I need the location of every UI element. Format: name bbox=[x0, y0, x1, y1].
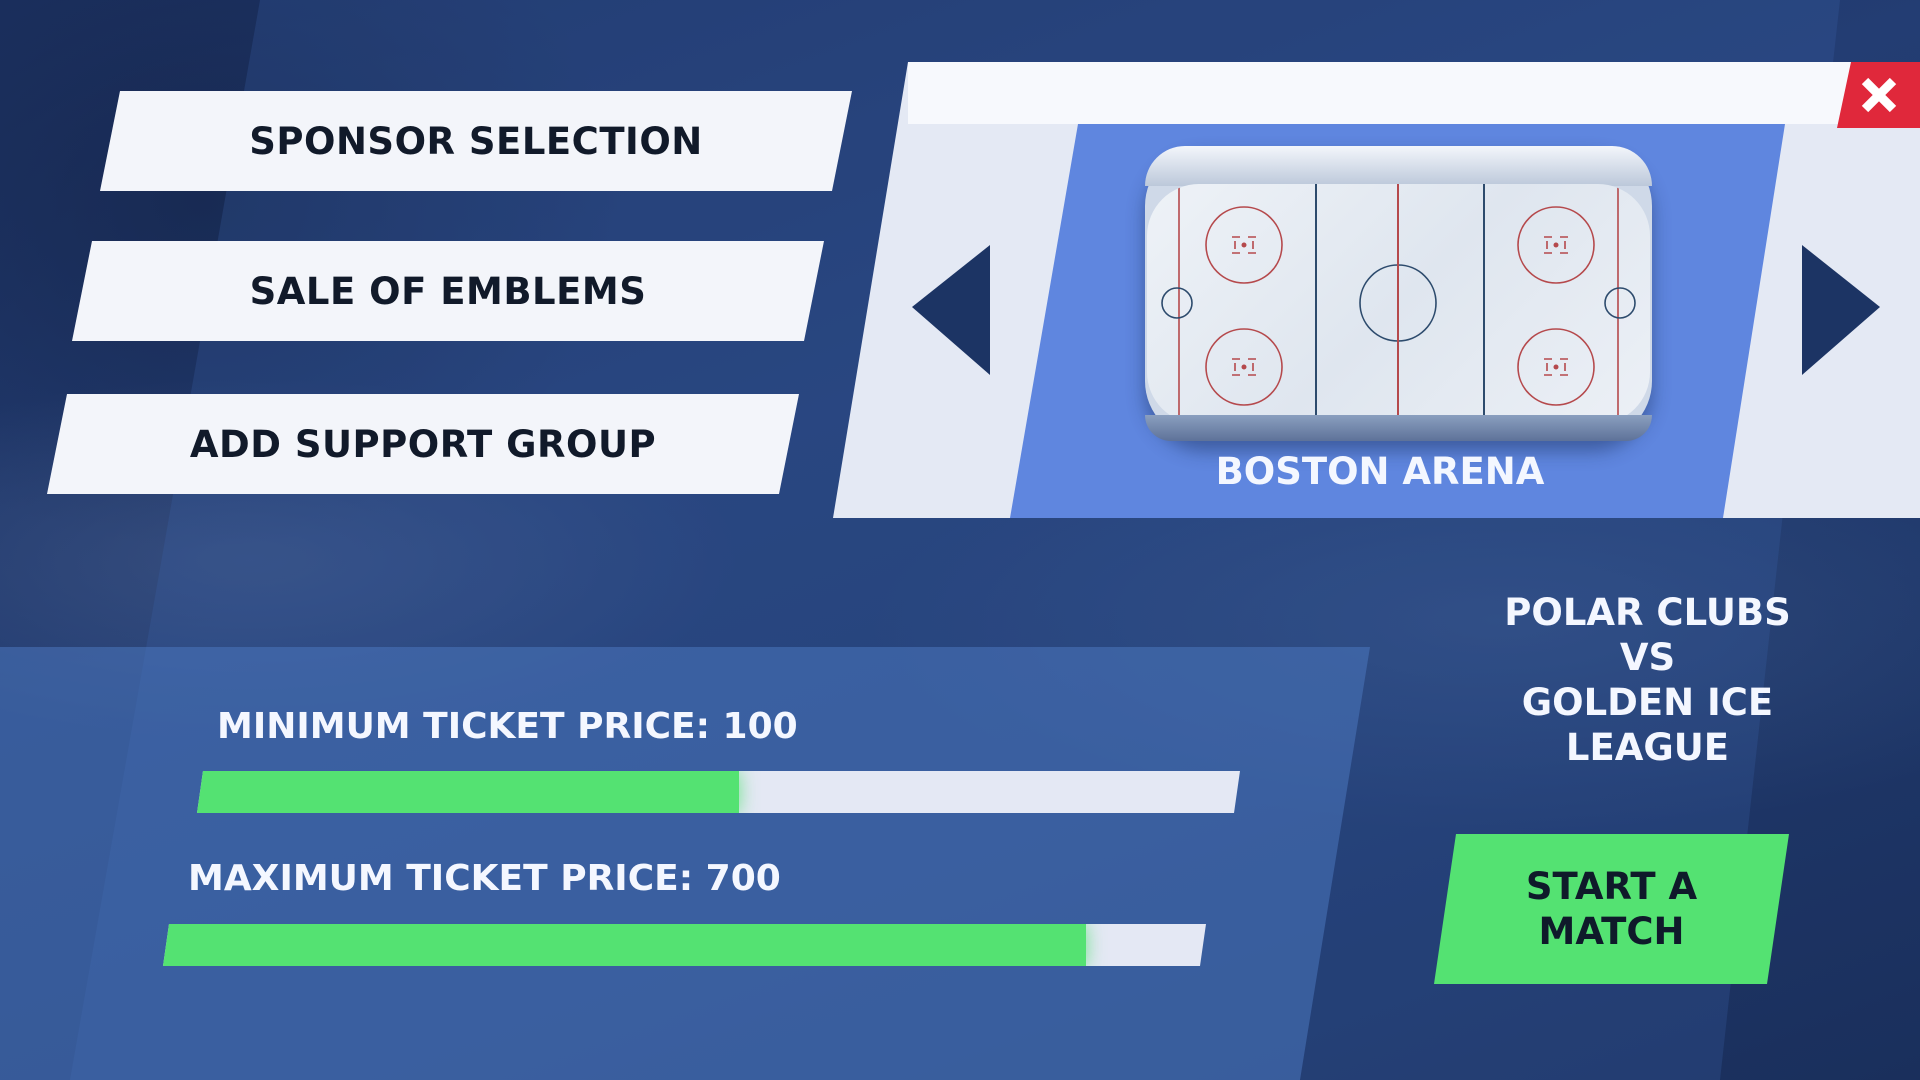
versus-text: VS bbox=[1619, 636, 1676, 679]
rink-ice bbox=[1147, 184, 1650, 424]
triangle-left-icon bbox=[912, 245, 990, 375]
rink-board-bottom bbox=[1145, 415, 1652, 441]
maximum-ticket-price-label: MAXIMUM TICKET PRICE: 700 bbox=[188, 858, 781, 899]
close-x-icon bbox=[1861, 77, 1896, 113]
arena-panel-header bbox=[908, 62, 1920, 124]
away-team-name-line1: GOLDEN ICE bbox=[1521, 681, 1774, 724]
arena-name: BOSTON ARENA bbox=[1215, 450, 1545, 493]
add-support-group-label: ADD SUPPORT GROUP bbox=[189, 422, 657, 466]
add-support-group-button[interactable]: ADD SUPPORT GROUP bbox=[47, 394, 799, 494]
sale-of-emblems-label: SALE OF EMBLEMS bbox=[249, 269, 647, 313]
hockey-rink-image bbox=[1145, 146, 1652, 441]
maximum-ticket-price-fill bbox=[163, 924, 1086, 966]
next-arena-button[interactable] bbox=[1802, 245, 1880, 375]
sponsor-selection-label: SPONSOR SELECTION bbox=[249, 119, 703, 163]
sale-of-emblems-button[interactable]: SALE OF EMBLEMS bbox=[72, 241, 824, 341]
sponsor-selection-button[interactable]: SPONSOR SELECTION bbox=[100, 91, 852, 191]
home-team-name: POLAR CLUBS bbox=[1504, 591, 1791, 634]
maximum-ticket-price-slider[interactable] bbox=[163, 924, 1206, 966]
minimum-ticket-price-fill bbox=[197, 771, 739, 813]
matchup-title: POLAR CLUBS VS GOLDEN ICE LEAGUE bbox=[1490, 590, 1805, 770]
previous-arena-button[interactable] bbox=[912, 245, 990, 375]
start-match-label-line1: START A bbox=[1525, 865, 1698, 908]
rink-board-top bbox=[1145, 146, 1652, 186]
start-match-label-line2: MATCH bbox=[1538, 910, 1685, 953]
start-match-button[interactable]: START A MATCH bbox=[1434, 834, 1789, 984]
away-team-name-line2: LEAGUE bbox=[1565, 726, 1730, 769]
minimum-ticket-price-label: MINIMUM TICKET PRICE: 100 bbox=[217, 706, 798, 747]
rink-markings bbox=[1161, 184, 1636, 424]
minimum-ticket-price-slider[interactable] bbox=[197, 771, 1240, 813]
triangle-right-icon bbox=[1802, 245, 1880, 375]
close-button[interactable] bbox=[1837, 62, 1920, 128]
